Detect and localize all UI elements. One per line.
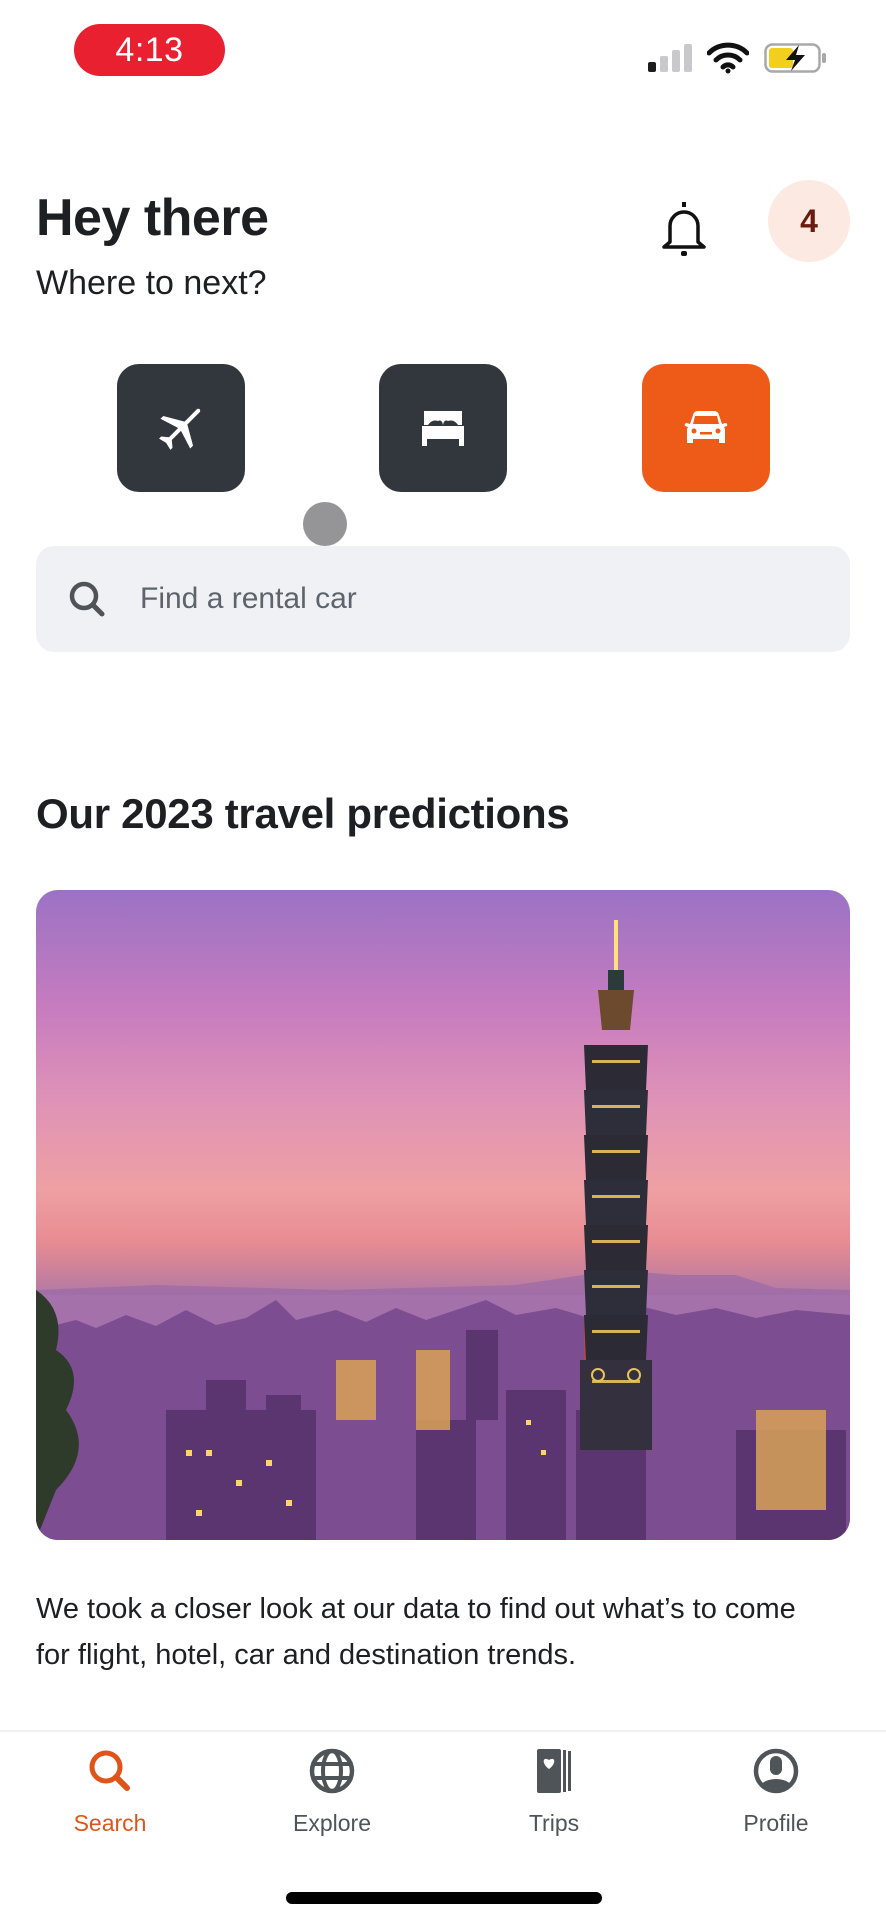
nav-label-trips: Trips bbox=[528, 1810, 580, 1836]
search-icon bbox=[69, 581, 105, 617]
nav-label-explore: Explore bbox=[293, 1810, 371, 1836]
bed-icon bbox=[422, 411, 464, 446]
nav-item-profile[interactable]: Profile bbox=[696, 1746, 856, 1837]
home-indicator[interactable] bbox=[286, 1892, 602, 1904]
nav-label-profile: Profile bbox=[743, 1810, 809, 1836]
skyline-illustration bbox=[36, 920, 850, 1540]
wifi-icon bbox=[707, 42, 749, 74]
nav-item-explore[interactable]: Explore bbox=[252, 1746, 412, 1837]
trips-icon bbox=[537, 1749, 571, 1793]
section-title: Our 2023 travel predictions bbox=[36, 790, 570, 837]
nav-item-trips[interactable]: Trips bbox=[474, 1746, 634, 1837]
greeting-subtitle: Where to next? bbox=[36, 264, 267, 302]
flights-tile[interactable] bbox=[117, 364, 245, 492]
car-icon bbox=[684, 411, 728, 443]
hero-image[interactable] bbox=[36, 890, 850, 1540]
nav-item-search[interactable]: Search bbox=[30, 1746, 190, 1837]
search-placeholder: Find a rental car bbox=[140, 582, 357, 615]
cars-tile[interactable] bbox=[642, 364, 770, 492]
status-bar: 4:13 bbox=[0, 0, 886, 100]
section-description: We took a closer look at our data to fin… bbox=[36, 1593, 796, 1671]
signal-icon bbox=[648, 44, 694, 72]
avatar-badge[interactable]: 4 bbox=[768, 180, 850, 262]
search-icon bbox=[89, 1750, 130, 1791]
globe-icon bbox=[309, 1748, 355, 1794]
profile-icon bbox=[753, 1748, 799, 1794]
nav-label-search: Search bbox=[73, 1810, 147, 1836]
battery-charging-icon bbox=[764, 43, 826, 73]
status-time: 4:13 bbox=[74, 24, 225, 76]
greeting-title: Hey there bbox=[36, 189, 269, 247]
bell-icon[interactable] bbox=[660, 200, 708, 258]
airplane-icon bbox=[159, 408, 201, 450]
search-input[interactable]: Find a rental car bbox=[36, 546, 850, 652]
touch-indicator bbox=[303, 502, 347, 546]
stays-tile[interactable] bbox=[379, 364, 507, 492]
